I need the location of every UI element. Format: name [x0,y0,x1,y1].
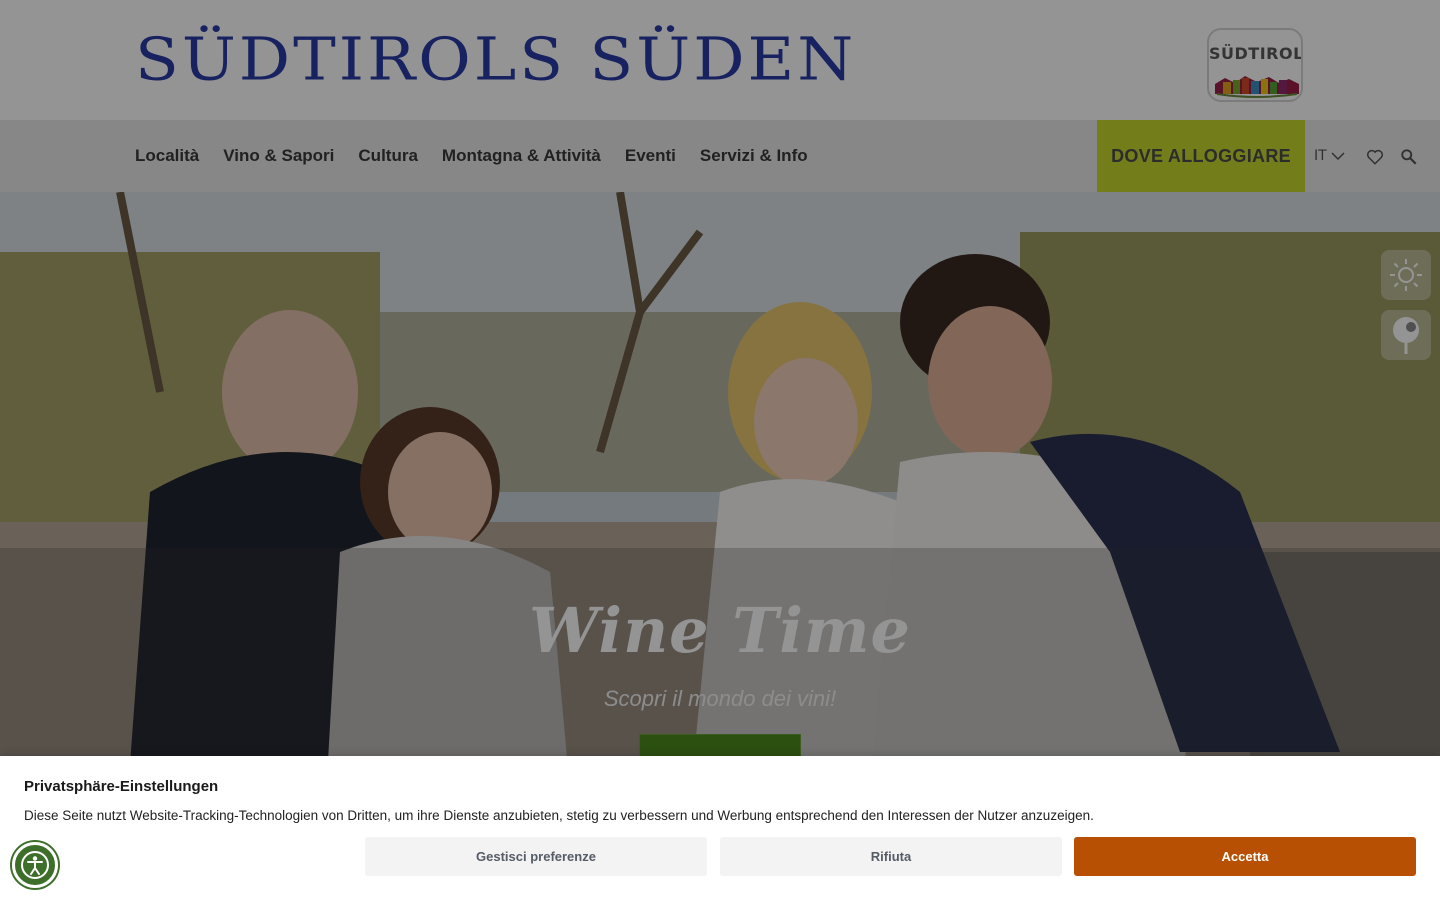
search-icon[interactable] [1400,148,1418,166]
language-label: IT [1314,148,1327,164]
sun-icon [1390,259,1422,291]
nav-item-vino-sapori[interactable]: Vino & Sapori [223,146,334,166]
suedtirol-logo-graphic [1215,76,1299,98]
top-header: SÜDTIROLS SÜDEN SÜDTIROL [0,0,1440,120]
suedtirol-logo[interactable]: SÜDTIROL [1207,28,1303,102]
dove-alloggiare-button[interactable]: DOVE ALLOGGIARE [1097,120,1305,192]
nav-item-localita[interactable]: Località [135,146,199,166]
map-pin-icon [1393,317,1419,354]
hero-title: Wine Time [529,594,911,667]
accessibility-button[interactable] [12,842,58,888]
cookie-title: Privatsphäre-Einstellungen [24,778,219,795]
cookie-description: Diese Seite nutzt Website-Tracking-Techn… [24,808,1094,823]
nav-menu: Località Vino & Sapori Cultura Montagna … [135,120,808,192]
chevron-down-icon [1331,152,1345,161]
hero-subtitle: Scopri il mondo dei vini! [603,686,837,711]
nav-item-servizi-info[interactable]: Servizi & Info [700,146,808,166]
reject-button[interactable]: Rifiuta [720,837,1062,876]
cookie-consent-banner: Privatsphäre-Einstellungen Diese Seite n… [0,756,1440,900]
map-button[interactable] [1381,310,1431,360]
manage-preferences-button[interactable]: Gestisci preferenze [365,837,707,876]
weather-button[interactable] [1381,250,1431,300]
main-navigation: Località Vino & Sapori Cultura Montagna … [0,120,1440,192]
accept-button[interactable]: Accetta [1074,837,1416,876]
nav-item-eventi[interactable]: Eventi [625,146,676,166]
suedtirol-logo-text: SÜDTIROL [1209,44,1303,63]
heart-icon[interactable] [1366,148,1384,166]
language-selector[interactable]: IT [1314,148,1345,164]
accessibility-icon [21,851,49,879]
site-logo[interactable]: SÜDTIROLS SÜDEN [135,28,856,92]
nav-item-montagna-attivita[interactable]: Montagna & Attività [442,146,601,166]
nav-item-cultura[interactable]: Cultura [358,146,418,166]
